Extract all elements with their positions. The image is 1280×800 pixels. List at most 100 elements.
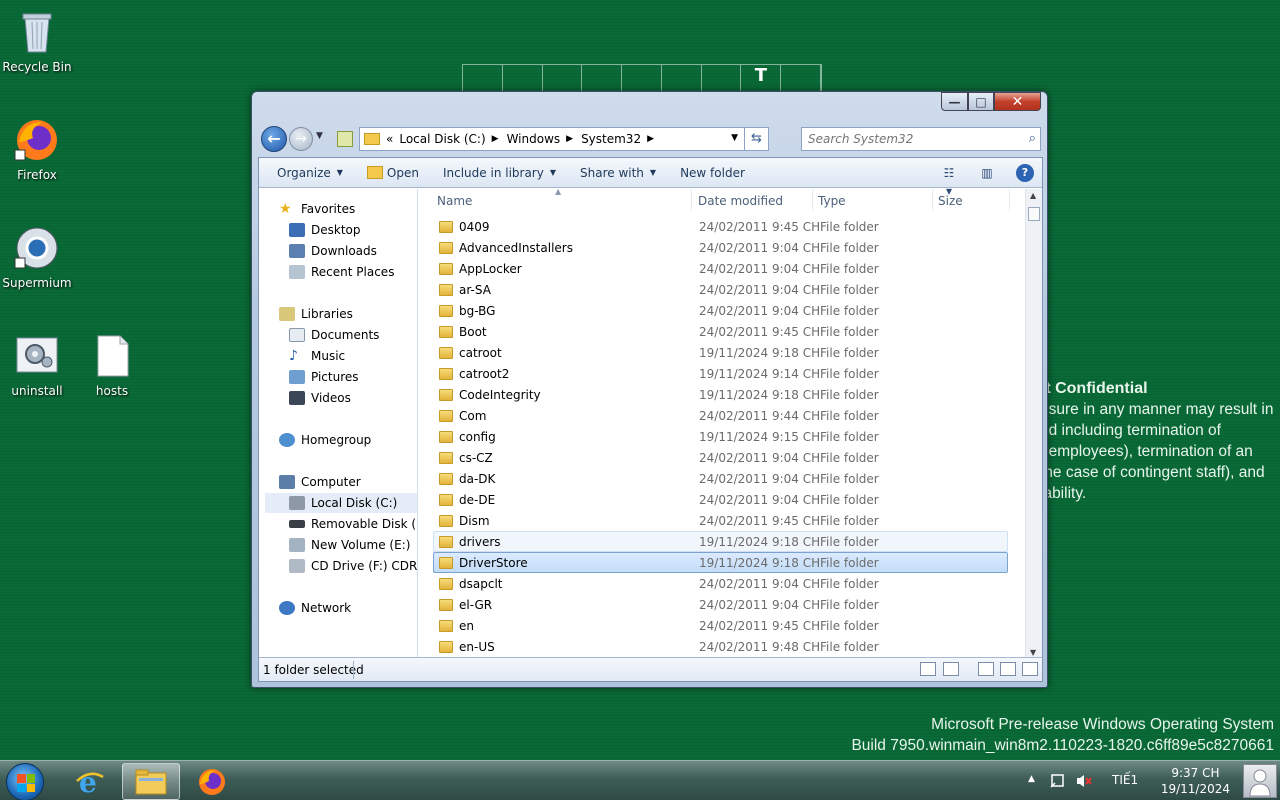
file-row[interactable]: catroot2 19/11/2024 9:14 CH File folder — [433, 363, 1008, 384]
taskbar-internet-explorer[interactable]: e — [61, 763, 119, 800]
change-view-icon[interactable]: ☷ ▾ — [940, 164, 958, 198]
breadcrumb-system32[interactable]: System32 — [581, 132, 641, 146]
preview-pane-icon[interactable]: ▥ — [978, 164, 996, 182]
chevron-right-icon[interactable]: ▶ — [647, 134, 654, 144]
column-size[interactable]: Size — [938, 194, 963, 208]
file-row[interactable]: Com 24/02/2011 9:44 CH File folder — [433, 405, 1008, 426]
settings-file-icon — [13, 332, 61, 380]
minimize-button[interactable]: — — [941, 92, 968, 111]
file-row[interactable]: DriverStore 19/11/2024 9:18 CH File folder — [433, 552, 1008, 573]
nav-network[interactable]: Network — [279, 598, 351, 618]
details-view-icon[interactable] — [920, 662, 936, 676]
scroll-down-icon[interactable]: ▼ — [1030, 648, 1036, 657]
scroll-up-icon[interactable]: ▲ — [1030, 191, 1036, 200]
file-row[interactable]: da-DK 24/02/2011 9:04 CH File folder — [433, 468, 1008, 489]
organize-button[interactable]: Organize ▼ — [265, 158, 355, 188]
nav-downloads[interactable]: Downloads — [289, 241, 377, 261]
taskbar-firefox[interactable] — [183, 763, 241, 800]
breadcrumb-local-disk[interactable]: Local Disk (C:) — [399, 132, 485, 146]
start-button[interactable] — [6, 763, 44, 800]
file-row[interactable]: dsapclt 24/02/2011 9:04 CH File folder — [433, 573, 1008, 594]
file-row[interactable]: AdvancedInstallers 24/02/2011 9:04 CH File… — [433, 237, 1008, 258]
nav-music[interactable]: ♪ Music — [289, 346, 345, 366]
action-center-icon[interactable] — [1050, 773, 1066, 800]
recent-pages-dropdown-icon[interactable]: ▼ — [316, 131, 323, 141]
column-date-modified[interactable]: Date modified — [698, 194, 783, 208]
refresh-icon[interactable]: ⇆ — [744, 128, 768, 150]
desktop-icon-hosts[interactable]: hosts — [74, 332, 150, 398]
file-row[interactable]: catroot 19/11/2024 9:18 CH File folder — [433, 342, 1008, 363]
address-dropdown-icon[interactable]: ▼ — [731, 133, 738, 143]
language-indicator[interactable]: TIẾ1 — [1112, 773, 1138, 800]
include-in-library-button[interactable]: Include in library ▼ — [431, 158, 568, 188]
forward-button[interactable]: → — [289, 127, 313, 151]
new-folder-button[interactable]: New folder — [668, 158, 757, 188]
address-bar[interactable]: « Local Disk (C:) ▶ Windows ▶ System32 ▶… — [359, 127, 769, 151]
breadcrumb-overflow[interactable]: « — [386, 132, 393, 146]
preview-layout-icon[interactable] — [1000, 662, 1016, 676]
nav-favorites[interactable]: ★ Favorites — [279, 199, 355, 219]
nav-videos[interactable]: Videos — [289, 388, 351, 408]
search-box[interactable]: ⌕ — [801, 127, 1041, 151]
scroll-thumb[interactable] — [1028, 207, 1040, 221]
file-row[interactable]: Dism 24/02/2011 9:45 CH File folder — [433, 510, 1008, 531]
file-row[interactable]: drivers 19/11/2024 9:18 CH File folder — [433, 531, 1008, 552]
file-row[interactable]: el-GR 24/02/2011 9:04 CH File folder — [433, 594, 1008, 615]
file-row[interactable]: en-US 24/02/2011 9:48 CH File folder — [433, 636, 1008, 657]
file-row[interactable]: cs-CZ 24/02/2011 9:04 CH File folder — [433, 447, 1008, 468]
explorer-window[interactable]: — □ ✕ ← → ▼ « Local Disk (C:) ▶ Windows … — [251, 91, 1048, 688]
maximize-button[interactable]: □ — [968, 92, 994, 111]
chevron-right-icon[interactable]: ▶ — [566, 134, 573, 144]
breadcrumb-windows[interactable]: Windows — [507, 132, 561, 146]
nav-computer[interactable]: Computer — [279, 472, 361, 492]
file-row[interactable]: config 19/11/2024 9:15 CH File folder — [433, 426, 1008, 447]
column-name[interactable]: Name — [437, 194, 472, 208]
layout-icon[interactable] — [978, 662, 994, 676]
nav-libraries[interactable]: Libraries — [279, 304, 353, 324]
computer-icon — [279, 475, 295, 489]
clock[interactable]: 9:37 CH 19/11/2024 — [1161, 765, 1230, 797]
nav-homegroup[interactable]: Homegroup — [279, 430, 371, 450]
user-avatar[interactable] — [1243, 764, 1277, 798]
nav-removable-disk[interactable]: Removable Disk (D:) — [289, 514, 417, 534]
open-button[interactable]: Open — [355, 158, 431, 188]
chevron-right-icon[interactable]: ▶ — [492, 134, 499, 144]
nav-new-volume[interactable]: New Volume (E:) — [289, 535, 410, 555]
search-input[interactable] — [808, 132, 1008, 146]
nav-documents[interactable]: Documents — [289, 325, 379, 345]
desktop-icon-uninstall[interactable]: uninstall — [0, 332, 75, 398]
nav-cd-drive[interactable]: CD Drive (F:) CDROM — [289, 556, 417, 576]
pictures-icon — [289, 370, 305, 384]
file-type: File folder — [820, 430, 879, 444]
downloads-icon — [289, 244, 305, 258]
file-row[interactable]: Boot 24/02/2011 9:45 CH File folder — [433, 321, 1008, 342]
nav-local-disk[interactable]: Local Disk (C:) — [265, 493, 417, 513]
search-icon[interactable]: ⌕ — [1029, 131, 1036, 146]
nav-desktop[interactable]: Desktop — [289, 220, 361, 240]
file-row[interactable]: en 24/02/2011 9:45 CH File folder — [433, 615, 1008, 636]
desktop-icon-supermium[interactable]: Supermium — [0, 224, 75, 290]
desktop-icon-firefox[interactable]: Firefox — [0, 116, 75, 182]
file-row[interactable]: bg-BG 24/02/2011 9:04 CH File folder — [433, 300, 1008, 321]
file-date-modified: 24/02/2011 9:45 CH — [699, 325, 821, 339]
nav-pictures[interactable]: Pictures — [289, 367, 359, 387]
file-row[interactable]: AppLocker 24/02/2011 9:04 CH File folder — [433, 258, 1008, 279]
file-row[interactable]: de-DE 24/02/2011 9:04 CH File folder — [433, 489, 1008, 510]
column-type[interactable]: Type — [818, 194, 846, 208]
volume-muted-icon[interactable] — [1075, 773, 1093, 800]
vertical-scrollbar[interactable]: ▲ ▼ — [1025, 189, 1042, 659]
details-layout-icon[interactable] — [1022, 662, 1038, 676]
nav-recent-places[interactable]: Recent Places — [289, 262, 394, 282]
share-with-button[interactable]: Share with ▼ — [568, 158, 668, 188]
folder-up-icon[interactable] — [337, 131, 353, 147]
file-row[interactable]: CodeIntegrity 19/11/2024 9:18 CH File fold… — [433, 384, 1008, 405]
taskbar-windows-explorer[interactable] — [122, 763, 180, 800]
show-hidden-icons[interactable]: ▲ — [1028, 774, 1035, 800]
desktop-icon-recycle-bin[interactable]: Recycle Bin — [0, 8, 75, 74]
large-icons-view-icon[interactable] — [943, 662, 959, 676]
file-row[interactable]: 0409 24/02/2011 9:45 CH File folder — [433, 216, 1008, 237]
back-button[interactable]: ← — [261, 126, 287, 152]
help-icon[interactable]: ? — [1016, 164, 1034, 182]
close-button[interactable]: ✕ — [994, 92, 1041, 111]
file-row[interactable]: ar-SA 24/02/2011 9:04 CH File folder — [433, 279, 1008, 300]
